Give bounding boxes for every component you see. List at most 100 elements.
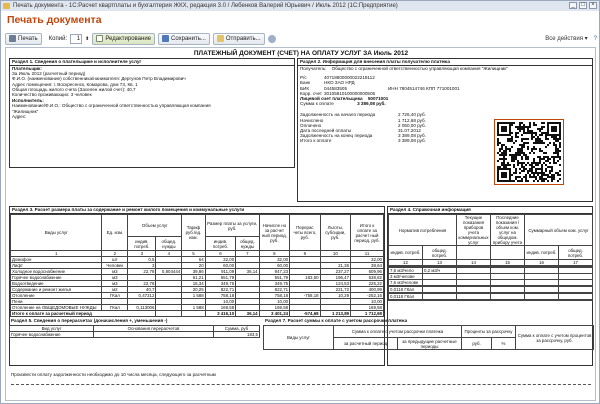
col-header: Сумма к оплате с учетом рассрочки платеж… [333, 325, 462, 338]
table-row [388, 299, 594, 301]
section-7-title: Раздел 7. Расчет суммы к оплате с учетом… [265, 318, 408, 323]
copies-input[interactable]: 1 [70, 33, 83, 44]
qr-code-image [497, 122, 561, 182]
col-subheader: общед. нужды [155, 236, 183, 251]
total-row: Итого к оплате за расчетный период 3 416,… [9, 310, 384, 317]
col-subheader: индив. потреб. [204, 236, 237, 251]
col-subheader: индив. потреб. [388, 245, 423, 260]
reference-table: Норматив потребления Текущие показания п… [387, 214, 594, 301]
edit-toggle-button[interactable]: Редактирование [92, 32, 156, 45]
table-cell [421, 299, 458, 301]
col-header: Виды услуг [263, 325, 334, 350]
app-logo-icon [3, 3, 10, 9]
window-title: Печать документа - 1С:Расчет квартплаты … [13, 3, 398, 9]
recipient-value: Общество с ограниченной ответственностью… [331, 66, 508, 71]
col-header: Проценты за рассрочку [460, 325, 517, 338]
col-subheader: индив. потреб. [524, 245, 560, 260]
col-subheader: индив. потреб. [127, 236, 157, 251]
page-title: Печать документа [7, 14, 102, 26]
col-header: Последние показания / объем ком. услуг н… [490, 214, 526, 246]
total-cell: 1 213,89 [319, 310, 352, 317]
payment-document: ПЛАТЕЖНЫЙ ДОКУМЕНТ (СЧЕТ) НА ОПЛАТУ УСЛУ… [9, 50, 595, 400]
qr-code [494, 119, 564, 185]
help-icon[interactable]: ? [594, 36, 597, 42]
zoom-icon[interactable] [267, 34, 276, 43]
table-cell [456, 299, 492, 301]
table-cell [524, 299, 560, 301]
edit-label: Редактирование [105, 35, 152, 42]
sum-label: Сумма к оплате [300, 101, 334, 107]
document-heading: ПЛАТЕЖНЫЙ ДОКУМЕНТ (СЧЕТ) НА ОПЛАТУ УСЛУ… [193, 50, 409, 57]
col-header: Норматив потребления [387, 214, 458, 246]
col-subheader [456, 245, 492, 260]
table-cell [558, 299, 594, 301]
save-label: Сохранить... [171, 35, 206, 42]
col-header: Текущие показания приборов учета коммуна… [456, 214, 492, 246]
total-label: Итого к оплате за расчетный период [9, 310, 157, 317]
total-cell [155, 310, 183, 317]
section-7: Раздел 7. Расчет суммы к оплате с учетом… [263, 318, 595, 368]
section-5-title: Раздел 5. Сведения о перерасчетах (донач… [11, 318, 168, 323]
cut-line-divider [11, 384, 591, 385]
section-3-title: Раздел 3. Расчет размера платы за содерж… [10, 207, 384, 214]
total-cell: 36,14 [235, 310, 260, 317]
executor-line: Адрес: [12, 113, 27, 119]
save-icon [162, 35, 170, 42]
section-1-title: Раздел 1. Сведения о плательщике и испол… [10, 59, 294, 66]
copies-label: Копий: [48, 35, 68, 42]
charges-table-body: 1 2 3 4 5 6 7 8 9 10 11 Домофон шт 0,5 64 32,00 32,00 32,… [9, 250, 384, 317]
save-button[interactable]: Сохранить... [158, 32, 210, 45]
minimize-icon[interactable]: _ [569, 2, 577, 9]
col-header: Начисле но за расчет ный период, руб. [258, 214, 291, 251]
total-cell [181, 310, 206, 317]
send-label: Отправить... [225, 35, 261, 42]
reference-table-body: 12 13 14 15 16 17 7,6 м3/чело 0,2 м3/ч 3 м3/чело… [388, 259, 594, 301]
payer-line: Количество проживающих: 3 человек [12, 92, 92, 98]
payment-deadline-note: Произвести оплату задолженности необходи… [11, 372, 216, 377]
document-sheet[interactable]: ПЛАТЕЖНЫЙ ДОКУМЕНТ (СЧЕТ) НА ОПЛАТУ УСЛУ… [5, 47, 596, 401]
col-subheader: за предыдущие расчетные периоды [397, 337, 462, 350]
col-header: Объем услуг [127, 214, 183, 237]
recalc-table: Вид услуг Основания перерасчетов Сумма, … [9, 325, 260, 338]
copies-spin-icon[interactable]: ⬍ [85, 36, 89, 42]
table-cell [490, 299, 526, 301]
col-header: Размер платы за услуги, руб. [204, 214, 260, 237]
table-row: Горячее водоснабжение 183,5 [9, 331, 260, 338]
recipient-label: Получатель: [300, 66, 327, 71]
window-titlebar: Печать документа - 1С:Расчет квартплаты … [1, 1, 599, 11]
table-cell: 7,6 м3/челове [388, 279, 423, 286]
col-subheader: общед. потреб. [558, 245, 594, 260]
col-header: Итого к оплате за расчет ный период, руб… [350, 214, 384, 251]
toolbar: Печать Копий: 1 ⬍ Редактирование Сохрани… [5, 32, 597, 45]
section-2-title: Раздел 2. Информация для внесения платы … [298, 59, 592, 66]
charges-table: Виды услуг Ед. изм. Объем услуг Тариф ру… [9, 214, 384, 317]
printer-icon [9, 35, 16, 42]
send-button[interactable]: Отправить... [212, 32, 265, 45]
maximize-icon[interactable]: □ [579, 2, 587, 9]
all-actions-menu[interactable]: Все действия ▾ [545, 35, 587, 42]
total-cell: 3 416,10 [204, 310, 237, 317]
col-subheader: руб. [461, 337, 492, 350]
section-1: Раздел 1. Сведения о плательщике и испол… [9, 58, 295, 168]
total-cell: 1 712,68 [350, 310, 384, 317]
col-subheader: общед. нужды [235, 236, 260, 251]
col-header: Сумма к оплате с учетом процентов за рас… [515, 325, 595, 350]
total-cell: -574,68 [289, 310, 321, 317]
summary-value: 3 389,08 руб. [398, 138, 426, 144]
col-header: Виды услуг [9, 214, 103, 251]
total-cell: 3 401,24 [258, 310, 291, 317]
col-header: Льготы, субсидии, руб. [319, 214, 352, 251]
section-4-title: Раздел 4. Справочная информация [388, 207, 592, 214]
installment-table: Виды услуг Сумма к оплате с учетом расср… [263, 325, 595, 350]
col-header: Ед. изм. [101, 214, 129, 251]
bank-field-extra: ИНН 7804514746 КПП 771001001 [388, 85, 460, 91]
table-cell [93, 331, 214, 338]
close-icon[interactable]: × [589, 2, 597, 9]
checkbox-icon [96, 35, 104, 42]
col-header: Суммарный объем ком. услуг [524, 214, 594, 246]
table-cell: Горячее водоснабжение [9, 331, 94, 338]
print-button[interactable]: Печать [5, 32, 42, 45]
table-cell: 183,5 [213, 331, 260, 338]
envelope-icon [216, 35, 224, 42]
bank-details: Р/с 40718800000022219112 Банк НКО ЗАО НРД БИ… [298, 75, 592, 96]
